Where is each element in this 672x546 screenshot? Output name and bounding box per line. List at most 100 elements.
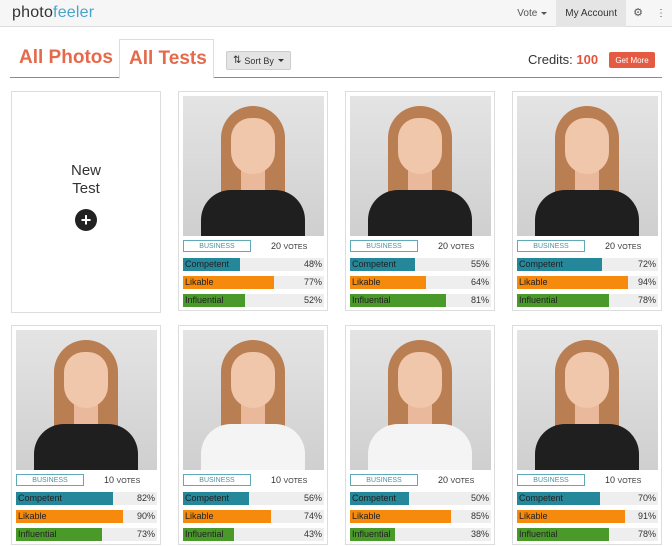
- influential-bar: Influential 78%: [517, 528, 658, 541]
- competent-bar: Competent 56%: [183, 492, 324, 505]
- test-card[interactable]: BUSINESS 10 VOTES Competent 82% Likable …: [11, 325, 161, 545]
- likable-value: 77%: [303, 277, 322, 287]
- likable-bar: Likable 91%: [517, 510, 658, 523]
- new-test-line2: Test: [72, 180, 100, 197]
- new-test-line1: New: [70, 162, 101, 179]
- chevron-down-icon: [541, 12, 548, 15]
- photo-face: [565, 118, 609, 174]
- tab-all-tests[interactable]: All Tests: [119, 39, 214, 79]
- top-navbar: photofeeler Vote My Account ⚙ ⋮: [0, 0, 672, 27]
- competent-value: 70%: [637, 493, 656, 503]
- tab-all-photos[interactable]: All Photos: [19, 47, 113, 69]
- vote-count-unit: VOTES: [116, 478, 141, 485]
- likable-label: Likable: [352, 277, 381, 287]
- my-account-link[interactable]: My Account: [556, 0, 626, 27]
- new-test-label: New Test: [12, 162, 160, 198]
- influential-label: Influential: [18, 529, 57, 539]
- test-photo[interactable]: [16, 330, 157, 470]
- new-test-card[interactable]: New Test +: [11, 91, 161, 313]
- influential-bar: Influential 78%: [517, 294, 658, 307]
- likable-value: 94%: [637, 277, 656, 287]
- gear-icon[interactable]: ⚙: [626, 0, 650, 27]
- sort-icon: ⇅: [233, 55, 242, 66]
- influential-label: Influential: [352, 295, 391, 305]
- likable-bar: Likable 90%: [16, 510, 157, 523]
- vote-count-unit: VOTES: [617, 478, 642, 485]
- test-photo[interactable]: [183, 330, 324, 470]
- chevron-down-icon: [277, 59, 284, 62]
- vote-count-number: 20: [438, 475, 449, 485]
- influential-value: 78%: [637, 529, 656, 539]
- vote-count: 20 VOTES: [438, 241, 474, 251]
- test-meta: BUSINESS 20 VOTES: [517, 240, 658, 254]
- competent-value: 72%: [637, 259, 656, 269]
- test-meta: BUSINESS 10 VOTES: [16, 474, 157, 488]
- vote-count: 10 VOTES: [271, 475, 307, 485]
- test-card[interactable]: BUSINESS 10 VOTES Competent 56% Likable …: [178, 325, 328, 545]
- vote-count-unit: VOTES: [617, 244, 642, 251]
- category-badge: BUSINESS: [517, 240, 585, 252]
- vote-label: Vote: [517, 8, 538, 19]
- photo-outfit: [368, 424, 472, 470]
- vote-count-unit: VOTES: [450, 478, 475, 485]
- photo-face: [565, 352, 609, 408]
- photo-outfit: [34, 424, 138, 470]
- likable-bar: Likable 77%: [183, 276, 324, 289]
- test-meta: BUSINESS 20 VOTES: [350, 474, 491, 488]
- nav-menu: Vote My Account ⚙ ⋮: [508, 0, 672, 27]
- tab-all-tests-label: All Tests: [129, 48, 207, 69]
- vote-count-unit: VOTES: [450, 244, 475, 251]
- vote-count: 10 VOTES: [104, 475, 140, 485]
- competent-label: Competent: [352, 259, 397, 269]
- test-photo[interactable]: [517, 96, 658, 236]
- competent-label: Competent: [18, 493, 63, 503]
- test-card[interactable]: BUSINESS 20 VOTES Competent 55% Likable …: [345, 91, 495, 311]
- likable-label: Likable: [18, 511, 47, 521]
- competent-label: Competent: [519, 259, 564, 269]
- likable-value: 90%: [136, 511, 155, 521]
- test-meta: BUSINESS 10 VOTES: [517, 474, 658, 488]
- test-card[interactable]: BUSINESS 20 VOTES Competent 48% Likable …: [178, 91, 328, 311]
- competent-bar: Competent 50%: [350, 492, 491, 505]
- test-photo[interactable]: [350, 330, 491, 470]
- competent-bar: Competent 72%: [517, 258, 658, 271]
- competent-value: 56%: [303, 493, 322, 503]
- likable-bar: Likable 85%: [350, 510, 491, 523]
- test-meta: BUSINESS 20 VOTES: [183, 240, 324, 254]
- category-badge: BUSINESS: [183, 474, 251, 486]
- competent-bar: Competent 48%: [183, 258, 324, 271]
- category-badge: BUSINESS: [350, 240, 418, 252]
- competent-label: Competent: [519, 493, 564, 503]
- influential-value: 73%: [136, 529, 155, 539]
- category-badge: BUSINESS: [183, 240, 251, 252]
- vote-dropdown[interactable]: Vote: [508, 0, 556, 27]
- test-photo[interactable]: [183, 96, 324, 236]
- credits-value: 100: [576, 52, 599, 67]
- logo-text-feeler: feeler: [53, 4, 95, 21]
- vote-count-number: 10: [271, 475, 282, 485]
- vote-count-unit: VOTES: [283, 244, 308, 251]
- test-photo[interactable]: [350, 96, 491, 236]
- my-account-label: My Account: [565, 8, 617, 19]
- likable-label: Likable: [185, 511, 214, 521]
- plus-circle-icon: +: [75, 209, 97, 231]
- test-card[interactable]: BUSINESS 10 VOTES Competent 70% Likable …: [512, 325, 662, 545]
- get-more-button[interactable]: Get More: [609, 52, 655, 68]
- vote-count-unit: VOTES: [283, 478, 308, 485]
- sort-by-dropdown[interactable]: ⇅ Sort By: [226, 51, 291, 70]
- vote-count: 20 VOTES: [438, 475, 474, 485]
- vote-count: 20 VOTES: [605, 241, 641, 251]
- influential-bar: Influential 52%: [183, 294, 324, 307]
- photo-outfit: [535, 190, 639, 236]
- competent-label: Competent: [352, 493, 397, 503]
- category-badge: BUSINESS: [16, 474, 84, 486]
- competent-label: Competent: [185, 259, 230, 269]
- likable-label: Likable: [352, 511, 381, 521]
- test-card[interactable]: BUSINESS 20 VOTES Competent 50% Likable …: [345, 325, 495, 545]
- vote-count-number: 10: [605, 475, 616, 485]
- vertical-dots-icon[interactable]: ⋮: [650, 0, 672, 27]
- likable-value: 85%: [470, 511, 489, 521]
- test-photo[interactable]: [517, 330, 658, 470]
- photofeeler-logo[interactable]: photofeeler: [12, 4, 94, 22]
- test-card[interactable]: BUSINESS 20 VOTES Competent 72% Likable …: [512, 91, 662, 311]
